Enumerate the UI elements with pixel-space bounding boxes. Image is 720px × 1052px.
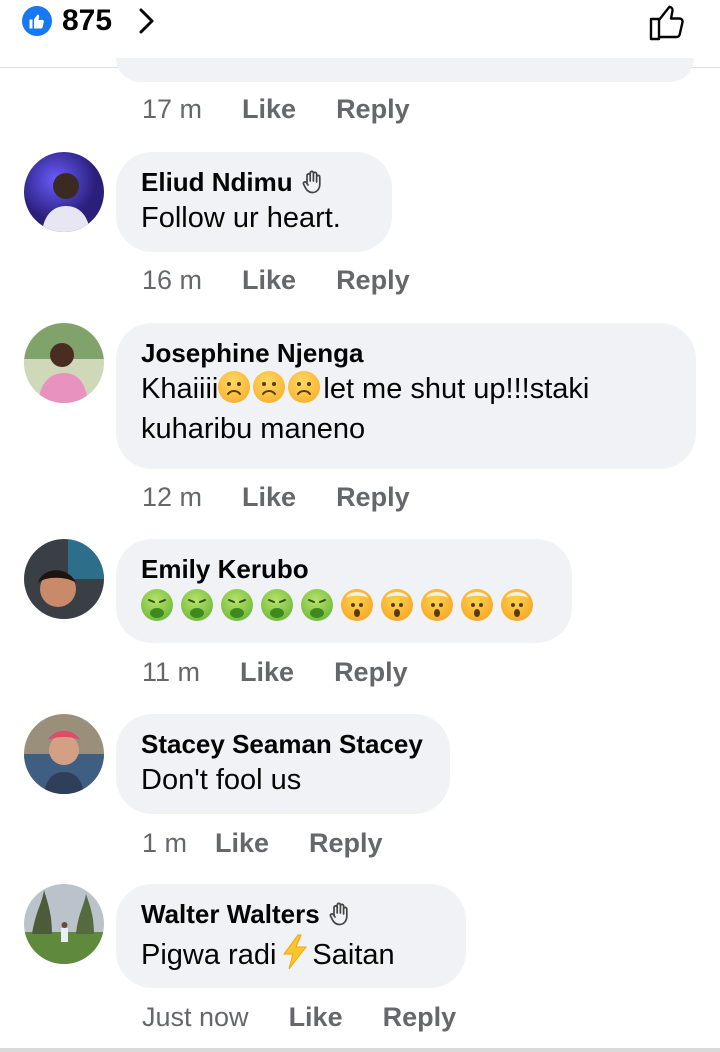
reply-link[interactable]: Reply	[383, 1002, 457, 1033]
comment-text: Khaiiii let me shut up!!!staki	[141, 369, 670, 409]
comment-emojis	[141, 585, 546, 627]
comments-screen: 875 17 m Like Reply Eliud Ndimu Follow u…	[0, 0, 720, 1052]
exploding-head-emoji	[421, 589, 453, 621]
exploding-head-emoji	[461, 589, 493, 621]
reply-link[interactable]: Reply	[309, 828, 383, 859]
like-link[interactable]: Like	[240, 657, 294, 688]
thumbs-up-outline-icon[interactable]	[648, 2, 690, 42]
like-link[interactable]: Like	[242, 94, 296, 125]
commenter-name[interactable]: Walter Walters	[141, 899, 320, 930]
bottom-divider	[0, 1048, 720, 1052]
avatar[interactable]	[24, 884, 104, 964]
avatar[interactable]	[24, 539, 104, 619]
comment-bubble: Eliud Ndimu Follow ur heart.	[116, 152, 392, 252]
like-reaction-icon[interactable]	[22, 6, 52, 36]
commenter-name[interactable]: Josephine Njenga	[141, 338, 364, 369]
like-link[interactable]: Like	[215, 828, 269, 859]
like-link[interactable]: Like	[289, 1002, 343, 1033]
like-count[interactable]: 875	[62, 4, 112, 38]
comment-text-part: let me shut up!!!staki	[323, 373, 590, 405]
comment-meta: 12 m Like Reply	[142, 480, 410, 514]
vomiting-face-emoji	[301, 589, 333, 621]
comment-bubble: Walter Walters Pigwa radi Saitan	[116, 884, 466, 988]
comment-meta: 1 m Like Reply	[142, 826, 383, 860]
comment-time: 16 m	[142, 264, 203, 295]
previous-comment-bubble	[116, 58, 694, 82]
comment-time: 1 m	[142, 827, 188, 858]
reply-link[interactable]: Reply	[336, 265, 410, 296]
vomiting-face-emoji	[261, 589, 293, 621]
comment-meta: 11 m Like Reply	[142, 655, 408, 689]
vomiting-face-emoji	[141, 589, 173, 621]
comment-time: Just now	[142, 1001, 249, 1032]
comment-time: 12 m	[142, 481, 203, 512]
reply-link[interactable]: Reply	[336, 482, 410, 513]
comment-meta: 16 m Like Reply	[142, 263, 410, 297]
like-link[interactable]: Like	[242, 482, 296, 513]
frowning-face-emoji	[288, 371, 321, 403]
avatar[interactable]	[24, 152, 104, 232]
comment-text-line2: kuharibu maneno	[141, 413, 366, 445]
comment-text-part: Khaiiii	[141, 373, 219, 405]
comment-meta: 17 m Like Reply	[142, 92, 410, 126]
exploding-head-emoji	[341, 589, 373, 621]
reactions-header: 875	[0, 0, 720, 82]
chevron-right-icon[interactable]	[136, 6, 158, 36]
exploding-head-emoji	[381, 589, 413, 621]
exploding-head-emoji	[501, 589, 533, 621]
commenter-name[interactable]: Stacey Seaman Stacey	[141, 729, 423, 760]
comment-text-part: Saitan	[312, 939, 395, 971]
frowning-face-emoji	[218, 371, 251, 403]
comment-time: 17 m	[142, 93, 203, 124]
comment-bubble: Stacey Seaman Stacey Don't fool us	[116, 714, 450, 814]
comment-time: 11 m	[142, 656, 201, 687]
comment-text: Pigwa radi Saitan	[141, 930, 440, 975]
comment-text: Follow ur heart.	[141, 202, 341, 234]
like-link[interactable]: Like	[242, 265, 296, 296]
comment-text: Don't fool us	[141, 764, 302, 796]
lightning-bolt-emoji	[283, 934, 308, 970]
reply-link[interactable]: Reply	[334, 657, 408, 688]
avatar[interactable]	[24, 323, 104, 403]
commenter-name[interactable]: Emily Kerubo	[141, 554, 309, 585]
comment-meta: Just now Like Reply	[142, 1000, 456, 1034]
comment-bubble: Emily Kerubo	[116, 539, 572, 643]
vomiting-face-emoji	[181, 589, 213, 621]
commenter-name[interactable]: Eliud Ndimu	[141, 167, 293, 198]
comment-text-part: Pigwa radi	[141, 939, 277, 971]
avatar[interactable]	[24, 714, 104, 794]
comment-bubble: Josephine Njenga Khaiiii let me shut up!!…	[116, 323, 696, 469]
reply-link[interactable]: Reply	[336, 94, 410, 125]
wave-hand-icon	[329, 902, 348, 926]
frowning-face-emoji	[253, 371, 286, 403]
vomiting-face-emoji	[221, 589, 253, 621]
wave-hand-icon	[302, 170, 321, 194]
